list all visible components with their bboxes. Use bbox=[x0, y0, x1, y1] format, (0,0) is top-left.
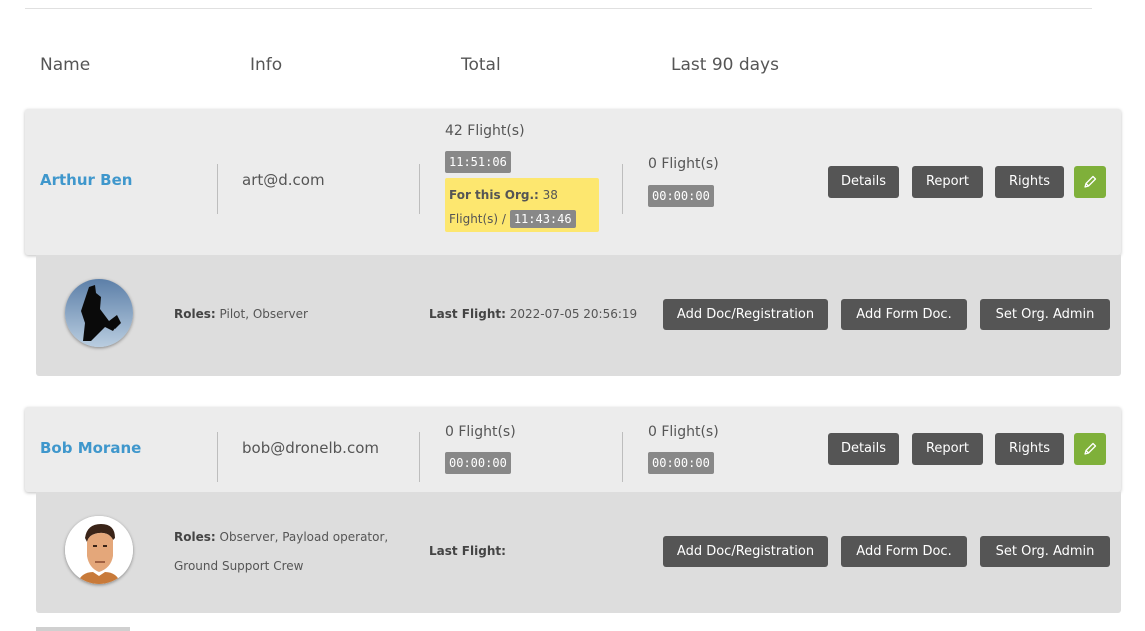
column-header-total: Total bbox=[461, 55, 501, 75]
column-divider bbox=[217, 432, 218, 482]
column-divider bbox=[419, 432, 420, 482]
user-name-link[interactable]: Arthur Ben bbox=[40, 171, 132, 189]
details-button[interactable]: Details bbox=[828, 433, 899, 465]
roles-value-line2: Ground Support Crew bbox=[174, 559, 304, 573]
total-flights: 0 Flight(s) bbox=[445, 424, 516, 440]
last90-time-badge: 00:00:00 bbox=[648, 185, 714, 207]
rights-button[interactable]: Rights bbox=[995, 433, 1064, 465]
total-time-badge: 11:51:06 bbox=[445, 151, 511, 173]
column-divider bbox=[622, 432, 623, 482]
add-doc-registration-button[interactable]: Add Doc/Registration bbox=[663, 299, 828, 330]
user-avatar bbox=[65, 516, 133, 584]
column-header-last-90-days: Last 90 days bbox=[671, 55, 779, 75]
set-org-admin-button[interactable]: Set Org. Admin bbox=[980, 536, 1110, 567]
user-name-link[interactable]: Bob Morane bbox=[40, 439, 141, 457]
column-header-info: Info bbox=[250, 55, 283, 75]
org-flight-count: 38 bbox=[542, 188, 558, 202]
last-flight-value: 2022-07-05 20:56:19 bbox=[509, 307, 638, 321]
roles-label: Roles: bbox=[174, 307, 216, 321]
roles-value: Pilot, Observer bbox=[219, 307, 308, 321]
user-details-panel: Roles: Pilot, Observer Last Flight: 2022… bbox=[36, 255, 1121, 376]
user-avatar bbox=[65, 279, 133, 347]
next-row-edge bbox=[36, 627, 130, 631]
user-email: bob@dronelb.com bbox=[242, 439, 379, 457]
user-roles: Roles: Observer, Payload operator, Groun… bbox=[174, 523, 388, 581]
last-flight: Last Flight: 2022-07-05 20:56:19 bbox=[429, 300, 637, 329]
add-form-doc-button[interactable]: Add Form Doc. bbox=[841, 536, 967, 567]
column-divider bbox=[217, 164, 218, 214]
org-flights-label: Flight(s) / bbox=[449, 212, 506, 226]
org-flights-highlight: For this Org.: 38 Flight(s) / 11:43:46 bbox=[445, 178, 599, 232]
report-button[interactable]: Report bbox=[912, 166, 983, 198]
total-time-badge: 00:00:00 bbox=[445, 452, 511, 474]
last90-time-badge: 00:00:00 bbox=[648, 452, 714, 474]
last-flight-label: Last Flight: bbox=[429, 307, 506, 321]
add-doc-registration-button[interactable]: Add Doc/Registration bbox=[663, 536, 828, 567]
edit-user-button[interactable] bbox=[1074, 433, 1106, 465]
user-roles: Roles: Pilot, Observer bbox=[174, 300, 308, 329]
last90-flights: 0 Flight(s) bbox=[648, 156, 719, 172]
column-header-name: Name bbox=[40, 55, 91, 75]
column-divider bbox=[622, 164, 623, 214]
user-email: art@d.com bbox=[242, 171, 325, 189]
rights-button[interactable]: Rights bbox=[995, 166, 1064, 198]
last-flight-label: Last Flight: bbox=[429, 544, 506, 558]
report-button[interactable]: Report bbox=[912, 433, 983, 465]
edit-user-button[interactable] bbox=[1074, 166, 1106, 198]
total-flights: 42 Flight(s) bbox=[445, 123, 525, 139]
last90-flights: 0 Flight(s) bbox=[648, 424, 719, 440]
pencil-icon bbox=[1084, 175, 1097, 188]
pencil-icon bbox=[1084, 442, 1097, 455]
roles-label: Roles: bbox=[174, 530, 216, 544]
last-flight: Last Flight: bbox=[429, 537, 506, 566]
user-row: Bob Morane bob@dronelb.com 0 Flight(s) 0… bbox=[25, 407, 1121, 492]
details-button[interactable]: Details bbox=[828, 166, 899, 198]
org-time-badge: 11:43:46 bbox=[509, 210, 576, 228]
org-label: For this Org.: bbox=[449, 188, 539, 202]
add-form-doc-button[interactable]: Add Form Doc. bbox=[841, 299, 967, 330]
user-details-panel: Roles: Observer, Payload operator, Groun… bbox=[36, 492, 1121, 613]
column-divider bbox=[419, 164, 420, 214]
roles-value-line1: Observer, Payload operator, bbox=[219, 530, 389, 544]
user-row: Arthur Ben art@d.com 42 Flight(s) 11:51:… bbox=[25, 109, 1121, 255]
top-divider bbox=[25, 8, 1092, 9]
set-org-admin-button[interactable]: Set Org. Admin bbox=[980, 299, 1110, 330]
